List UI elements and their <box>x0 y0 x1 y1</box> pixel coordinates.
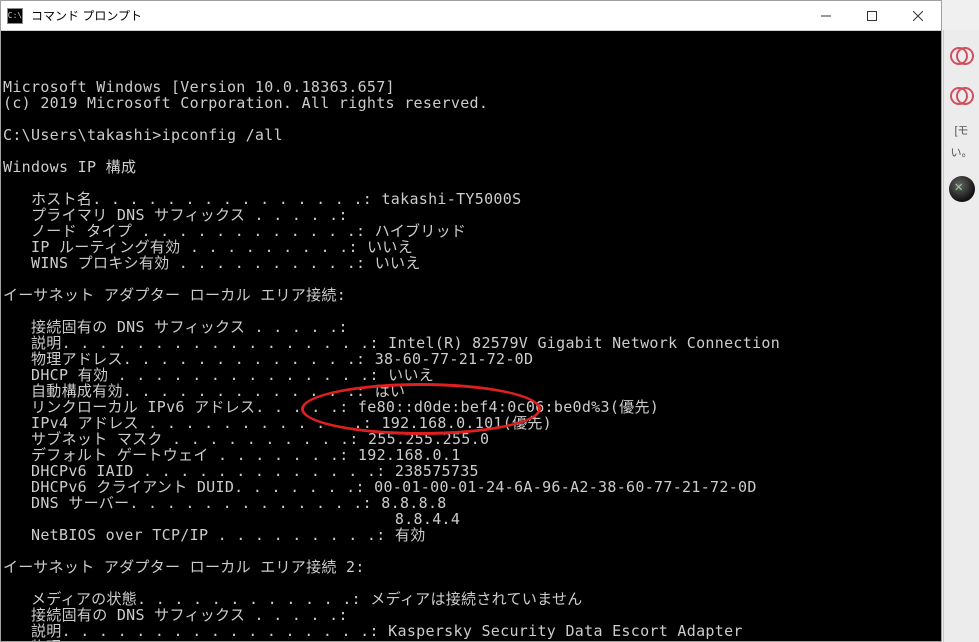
window-title: コマンド プロンプト <box>29 7 803 24</box>
terminal-line: DNS サーバー. . . . . . . . . . . . .: 8.8.8… <box>3 495 939 511</box>
window-controls <box>803 1 941 30</box>
terminal-line: 説明. . . . . . . . . . . . . . . . .: Int… <box>3 335 939 351</box>
terminal-line <box>3 543 939 559</box>
terminal-line <box>3 575 939 591</box>
terminal-line: 自動構成有効. . . . . . . . . . . . .: はい <box>3 383 939 399</box>
app-icon: C:\ <box>7 8 23 24</box>
terminal-line <box>3 175 939 191</box>
ribbon-icon <box>947 40 977 70</box>
maximize-icon <box>867 11 877 21</box>
terminal-line: 接続固有の DNS サフィックス . . . . .: <box>3 607 939 623</box>
terminal-line: イーサネット アダプター ローカル エリア接続: <box>3 287 939 303</box>
background-app-strip: [モ い。 <box>943 30 979 642</box>
terminal-line <box>3 111 939 127</box>
maximize-button[interactable] <box>849 1 895 30</box>
terminal-line: ノード タイプ . . . . . . . . . . . .: ハイブリッド <box>3 223 939 239</box>
xbox-icon <box>947 174 977 204</box>
side-text: [モ <box>944 120 979 142</box>
terminal-line: IP ルーティング有効 . . . . . . . . .: いいえ <box>3 239 939 255</box>
terminal-line: C:\Users\takashi>ipconfig /all <box>3 127 939 143</box>
ribbon-icon <box>947 80 977 110</box>
terminal-line: DHCPv6 IAID . . . . . . . . . . . . .: 2… <box>3 463 939 479</box>
terminal-line: 接続固有の DNS サフィックス . . . . .: <box>3 319 939 335</box>
terminal-line <box>3 271 939 287</box>
terminal-output[interactable]: Microsoft Windows [Version 10.0.18363.65… <box>1 31 941 641</box>
titlebar[interactable]: C:\ コマンド プロンプト <box>1 1 941 31</box>
terminal-line: メディアの状態. . . . . . . . . . . .: メディアは接続さ… <box>3 591 939 607</box>
terminal-line: DHCP 有効 . . . . . . . . . . . . . .: いいえ <box>3 367 939 383</box>
minimize-button[interactable] <box>803 1 849 30</box>
close-button[interactable] <box>895 1 941 30</box>
terminal-line: 説明. . . . . . . . . . . . . . . . .: Kas… <box>3 623 939 639</box>
close-icon <box>913 11 923 21</box>
terminal-line: DHCPv6 クライアント DUID. . . . . . .: 00-01-0… <box>3 479 939 495</box>
terminal-line: ホスト名. . . . . . . . . . . . . . .: takas… <box>3 191 939 207</box>
terminal-line <box>3 143 939 159</box>
terminal-line: リンクローカル IPv6 アドレス. . . . .: fe80::d0de:b… <box>3 399 939 415</box>
terminal-line: プライマリ DNS サフィックス . . . . .: <box>3 207 939 223</box>
terminal-line: サブネット マスク . . . . . . . . . .: 255.255.2… <box>3 431 939 447</box>
terminal-line: NetBIOS over TCP/IP . . . . . . . . .: 有… <box>3 527 939 543</box>
terminal-line: IPv4 アドレス . . . . . . . . . . . .: 192.1… <box>3 415 939 431</box>
minimize-icon <box>821 11 831 21</box>
terminal-line: WINS プロキシ有効 . . . . . . . . . .: いいえ <box>3 255 939 271</box>
terminal-line <box>3 303 939 319</box>
terminal-line: 物理アドレス. . . . . . . . . . . . .: 00-FF-9… <box>3 639 939 641</box>
command-prompt-window: C:\ コマンド プロンプト Microsoft Windows [Versio… <box>0 0 942 642</box>
terminal-line: 8.8.4.4 <box>3 511 939 527</box>
side-text: い。 <box>944 142 979 164</box>
terminal-line: Windows IP 構成 <box>3 159 939 175</box>
terminal-line: 物理アドレス. . . . . . . . . . . . .: 38-60-7… <box>3 351 939 367</box>
terminal-line: イーサネット アダプター ローカル エリア接続 2: <box>3 559 939 575</box>
terminal-line: デフォルト ゲートウェイ . . . . . . .: 192.168.0.1 <box>3 447 939 463</box>
terminal-line: (c) 2019 Microsoft Corporation. All righ… <box>3 95 939 111</box>
terminal-line: Microsoft Windows [Version 10.0.18363.65… <box>3 79 939 95</box>
